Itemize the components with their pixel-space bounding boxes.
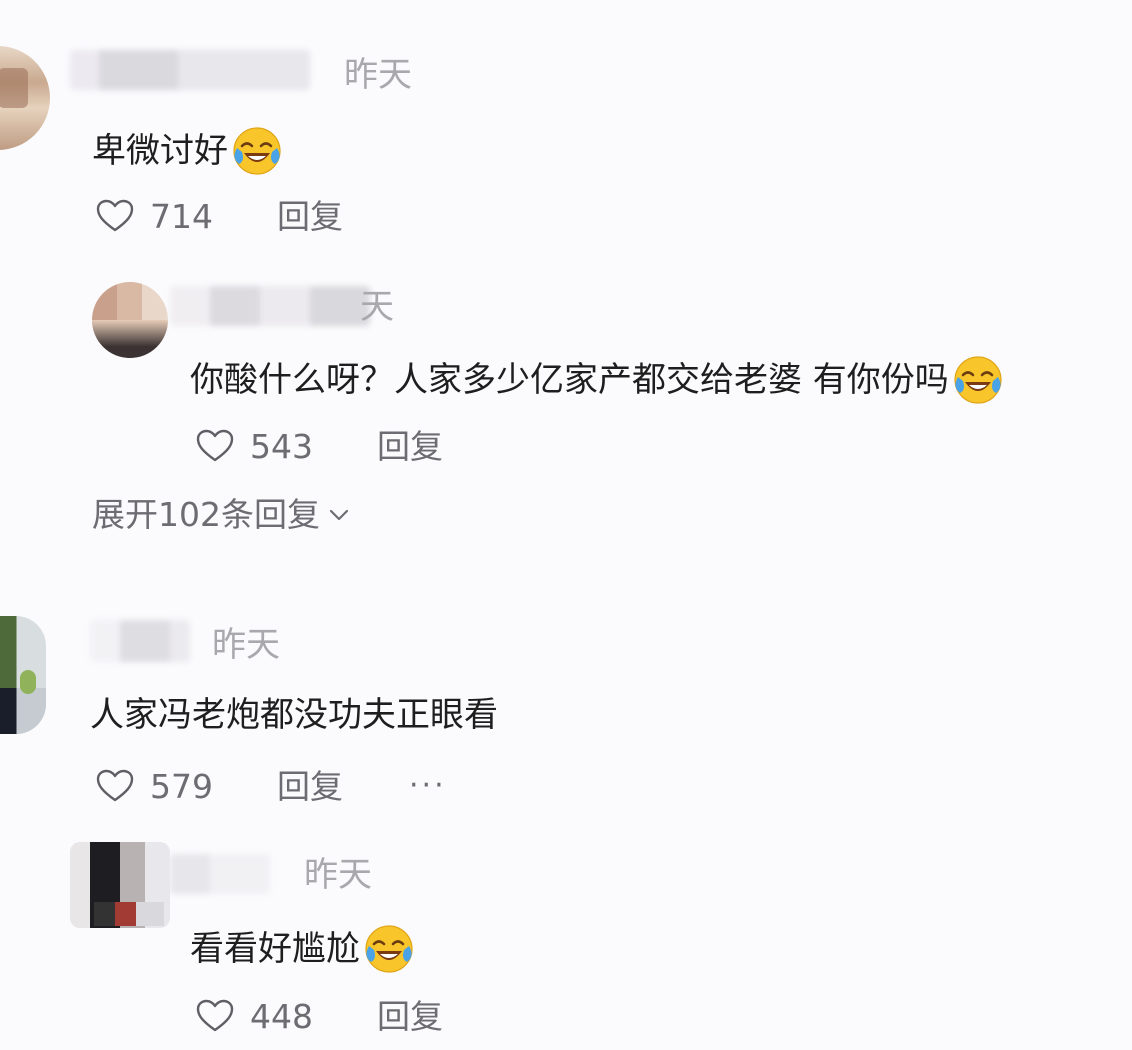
comment-text-label: 卑微讨好 <box>92 131 228 171</box>
like-count: 579 <box>150 766 213 806</box>
heart-icon <box>96 199 134 233</box>
comment-actions: 714 回复 <box>96 194 343 238</box>
reply-button[interactable]: 回复 <box>277 770 343 803</box>
heart-icon <box>196 999 234 1033</box>
like-count: 714 <box>150 196 213 236</box>
comment-actions: 579 回复 ··· <box>96 764 447 808</box>
username-blurred[interactable] <box>70 50 310 90</box>
like-button[interactable]: 579 <box>96 769 213 803</box>
reply-actions: 448 回复 <box>196 994 443 1038</box>
like-button[interactable]: 448 <box>196 999 313 1033</box>
crying-laughing-emoji-icon <box>364 924 414 974</box>
comment-time: 昨天 <box>212 625 280 665</box>
reply-button[interactable]: 回复 <box>377 430 443 463</box>
username-blurred[interactable] <box>170 854 270 894</box>
avatar[interactable] <box>0 46 50 150</box>
reply-text-label: 你酸什么呀？人家多少亿家产都交给老婆 有你份吗 <box>190 360 949 400</box>
reply-button[interactable]: 回复 <box>377 1000 443 1033</box>
reply-text: 看看好尴尬 <box>190 924 414 974</box>
comment-time: 昨天 <box>344 55 412 95</box>
like-count: 448 <box>250 996 313 1036</box>
reply-actions: 543 回复 <box>196 424 443 468</box>
expand-replies-label: 展开102条回复 <box>92 495 320 534</box>
chevron-down-icon <box>329 509 349 520</box>
username-blurred[interactable] <box>170 286 370 326</box>
reply-text-label: 看看好尴尬 <box>190 929 360 969</box>
like-count: 543 <box>250 426 313 466</box>
like-button[interactable]: 714 <box>96 199 213 233</box>
reply-time: 昨天 <box>304 855 372 895</box>
more-options-button[interactable]: ··· <box>409 771 447 801</box>
heart-icon <box>196 429 234 463</box>
crying-laughing-emoji-icon <box>232 126 282 176</box>
avatar[interactable] <box>0 616 46 734</box>
comment-text: 人家冯老炮都没功夫正眼看 <box>90 698 498 732</box>
like-button[interactable]: 543 <box>196 429 313 463</box>
crying-laughing-emoji-icon <box>953 355 1003 405</box>
reply-button[interactable]: 回复 <box>277 200 343 233</box>
heart-icon <box>96 769 134 803</box>
comment-text: 卑微讨好 <box>92 126 282 176</box>
avatar[interactable] <box>70 842 170 928</box>
reply-time: 天 <box>360 287 394 327</box>
avatar[interactable] <box>92 282 168 358</box>
reply-text: 你酸什么呀？人家多少亿家产都交给老婆 有你份吗 <box>190 355 1003 405</box>
username-blurred[interactable] <box>90 620 190 662</box>
expand-replies-button[interactable]: 展开102条回复 <box>92 498 350 531</box>
comment-text-label: 人家冯老炮都没功夫正眼看 <box>90 695 498 735</box>
